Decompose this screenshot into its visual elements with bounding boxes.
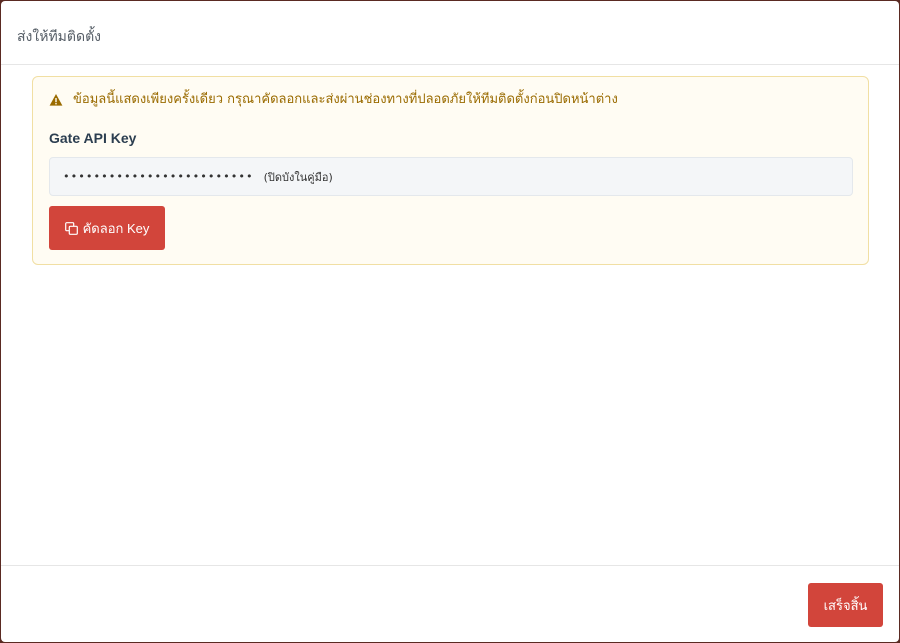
api-key-label: Gate API Key (49, 130, 137, 146)
done-button[interactable]: เสร็จสิ้น (808, 583, 883, 627)
copy-key-label: คัดลอก Key (82, 220, 150, 236)
copy-key-button[interactable]: คัดลอก Key (49, 206, 165, 250)
warning-message: ข้อมูลนี้แสดงเพียงครั้งเดียว กรุณาคัดลอก… (73, 92, 618, 107)
send-to-install-team-dialog: ส่งให้ทีมติดตั้ง ข้อมูลนี้แสดงเพียงครั้ง… (1, 1, 899, 642)
dialog-title: ส่งให้ทีมติดตั้ง (17, 29, 102, 45)
warning-alert: ข้อมูลนี้แสดงเพียงครั้งเดียว กรุณาคัดลอก… (32, 76, 869, 265)
dialog-header: ส่งให้ทีมติดตั้ง (1, 1, 899, 65)
api-key-display[interactable]: ••••••••••••••••••••••••• (ปิดบังในคู่มื… (49, 157, 853, 196)
warning-icon (49, 94, 63, 106)
warning-row: ข้อมูลนี้แสดงเพียงครั้งเดียว กรุณาคัดลอก… (49, 91, 618, 109)
api-key-note: (ปิดบังในคู่มือ) (263, 170, 333, 184)
api-key-masked-value: ••••••••••••••••••••••••• (63, 170, 254, 183)
copy-icon (64, 221, 78, 235)
dialog-footer: เสร็จสิ้น (1, 565, 899, 642)
